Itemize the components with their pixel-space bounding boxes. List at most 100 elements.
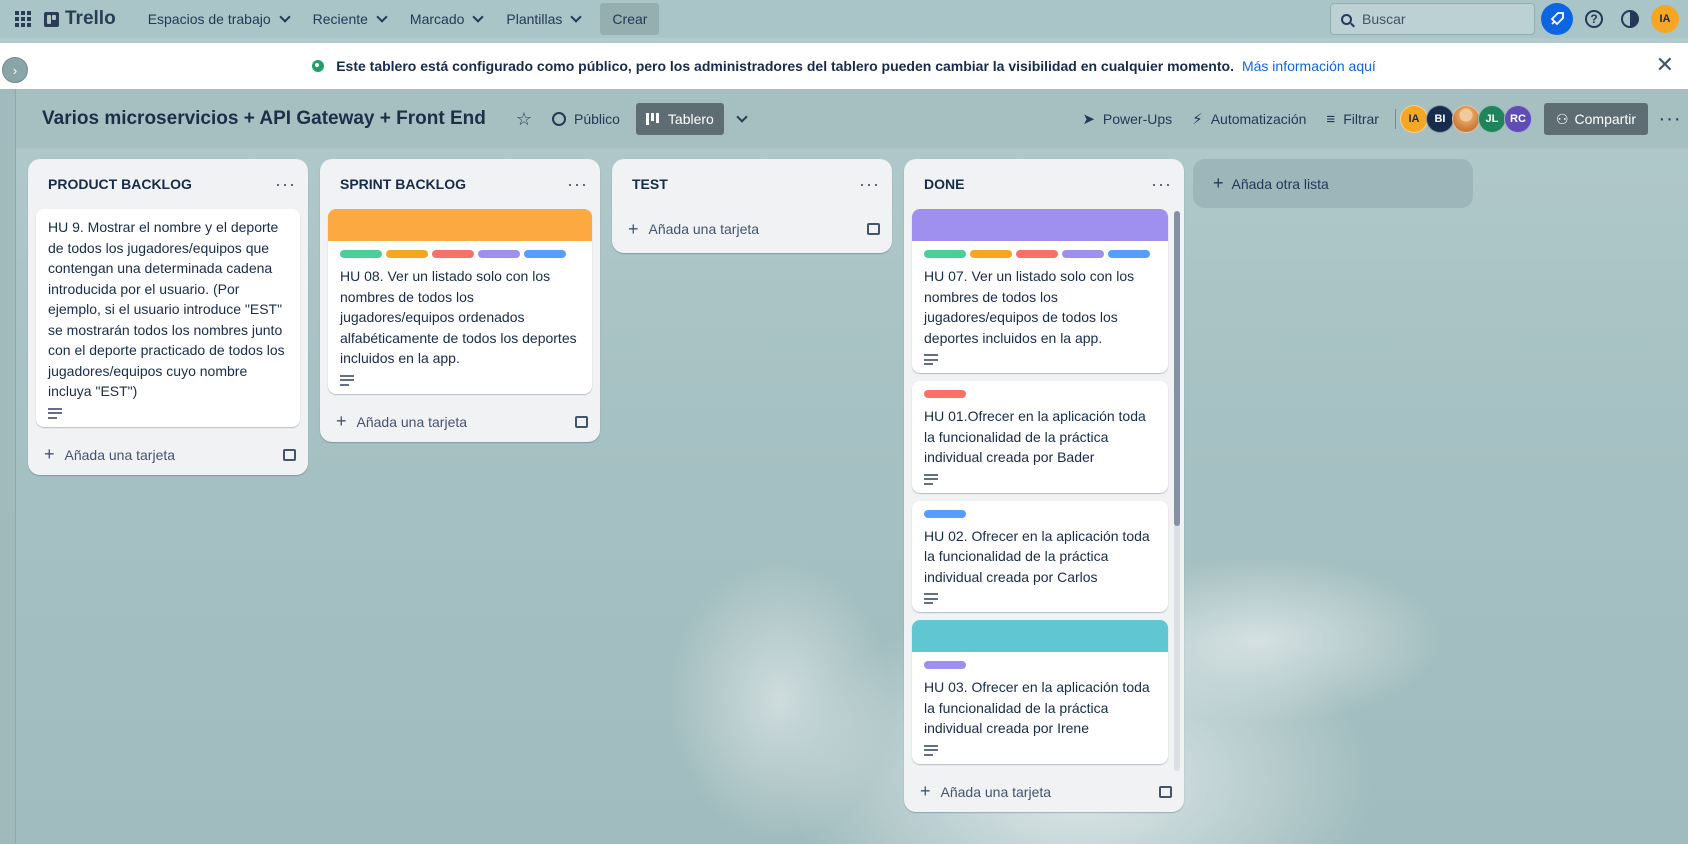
user-avatar[interactable]: IA <box>1651 5 1679 33</box>
help-icon[interactable]: ? <box>1578 3 1610 35</box>
card-list-scroll[interactable]: HU 07. Ver un listado solo con los nombr… <box>904 209 1184 772</box>
member-avatar[interactable]: RC <box>1503 105 1532 133</box>
member-avatar[interactable]: BI <box>1425 105 1454 133</box>
brand-name: Trello <box>65 8 116 29</box>
card[interactable]: HU 9. Mostrar el nombre y el deporte de … <box>36 209 300 427</box>
globe-icon <box>312 60 325 72</box>
description-icon <box>924 473 938 485</box>
list-title[interactable]: DONE <box>924 176 964 192</box>
add-card-button[interactable]: + Añada una tarjeta <box>904 772 1184 812</box>
label-yellow[interactable] <box>386 250 428 258</box>
card-labels <box>924 509 1156 518</box>
list-title[interactable]: SPRINT BACKLOG <box>340 176 466 192</box>
label-red[interactable] <box>432 250 474 258</box>
chevron-down-icon <box>472 11 485 23</box>
template-icon[interactable] <box>283 448 296 461</box>
template-icon[interactable] <box>1159 785 1172 798</box>
rocket-icon[interactable] <box>1541 3 1573 35</box>
plus-icon: + <box>336 411 347 431</box>
card[interactable]: HU 07. Ver un listado solo con los nombr… <box>912 209 1168 373</box>
more-icon[interactable]: ··· <box>1652 108 1688 131</box>
plus-icon: + <box>44 444 55 464</box>
search-input[interactable]: Buscar <box>1330 3 1535 35</box>
more-icon[interactable]: ··· <box>567 174 588 195</box>
public-board-banner: Este tablero está configurado como públi… <box>0 43 1688 89</box>
scrollbar-thumb[interactable] <box>1174 211 1180 526</box>
search-icon <box>1341 13 1352 25</box>
member-avatar[interactable]: IA <box>1399 105 1428 133</box>
powerups-icon: ➤ <box>1082 111 1095 128</box>
filter-icon: ≡ <box>1326 110 1336 128</box>
label-green[interactable] <box>340 250 382 258</box>
card[interactable]: HU 02. Ofrecer en la aplicación toda la … <box>912 500 1168 612</box>
public-icon <box>552 112 566 126</box>
automation-icon: ⚡ <box>1192 111 1203 128</box>
board-title[interactable]: Varios microservicios + API Gateway + Fr… <box>42 108 486 130</box>
list-title[interactable]: TEST <box>632 176 668 192</box>
add-list-button[interactable]: + Añada otra lista <box>1193 159 1473 208</box>
plus-icon: + <box>1213 173 1224 193</box>
nav-starred[interactable]: Marcado <box>400 3 492 35</box>
plus-icon: + <box>628 218 639 239</box>
card-labels <box>924 250 1156 258</box>
label-red[interactable] <box>924 390 966 398</box>
share-button[interactable]: ⚇ Compartir <box>1543 103 1648 135</box>
share-icon: ⚇ <box>1555 110 1569 127</box>
member-avatar[interactable]: JL <box>1477 105 1506 133</box>
label-purple[interactable] <box>1062 250 1104 258</box>
apps-grid-icon[interactable] <box>10 6 36 32</box>
close-icon[interactable]: ✕ <box>1656 54 1674 76</box>
card-title: HU 01.Ofrecer en la aplicación toda la f… <box>924 408 1146 465</box>
card[interactable]: HU 03. Ofrecer en la aplicación toda la … <box>912 620 1168 764</box>
template-icon[interactable] <box>575 415 588 428</box>
banner-text: Este tablero está configurado como públi… <box>336 58 1234 74</box>
more-icon[interactable]: ··· <box>859 174 880 195</box>
plus-icon: + <box>920 781 931 801</box>
label-red[interactable] <box>1016 250 1058 258</box>
filter-button[interactable]: ≡ Filtrar <box>1316 103 1389 135</box>
automation-button[interactable]: ⚡ Automatización <box>1182 103 1316 135</box>
board-header: Varios microservicios + API Gateway + Fr… <box>16 89 1688 149</box>
card-labels <box>924 390 1156 398</box>
list-test: TEST ··· + Añada una tarjeta <box>612 159 892 253</box>
create-button[interactable]: Crear <box>600 3 660 35</box>
powerups-button[interactable]: ➤ Power-Ups <box>1072 103 1182 135</box>
card-title: HU 08. Ver un listado solo con los nombr… <box>340 268 577 366</box>
contrast-icon[interactable] <box>1614 3 1646 35</box>
nav-recent[interactable]: Reciente <box>303 3 396 35</box>
card-cover <box>912 209 1168 241</box>
add-card-button[interactable]: + Añada una tarjeta <box>28 435 308 475</box>
label-blue[interactable] <box>524 250 566 258</box>
board-view-button[interactable]: Tablero <box>635 103 724 135</box>
label-green[interactable] <box>924 250 966 258</box>
nav-templates[interactable]: Plantillas <box>496 3 590 35</box>
label-blue[interactable] <box>924 509 966 518</box>
add-card-button[interactable]: + Añada una tarjeta <box>612 209 892 249</box>
sidebar-expand-icon[interactable]: › <box>2 57 28 83</box>
label-blue[interactable] <box>1108 250 1150 258</box>
view-switcher-button[interactable] <box>724 103 756 135</box>
list-title[interactable]: PRODUCT BACKLOG <box>48 176 192 192</box>
banner-learn-more-link[interactable]: Más información aquí <box>1242 58 1376 74</box>
star-board-button[interactable]: ☆ <box>506 103 542 135</box>
member-avatar-photo[interactable] <box>1451 105 1480 133</box>
more-icon[interactable]: ··· <box>275 174 296 195</box>
card[interactable]: HU 08. Ver un listado solo con los nombr… <box>328 209 592 394</box>
card[interactable]: HU 01.Ofrecer en la aplicación toda la f… <box>912 381 1168 493</box>
card-cover <box>912 620 1168 652</box>
label-purple[interactable] <box>924 661 966 669</box>
scrollbar[interactable] <box>1174 211 1180 771</box>
chevron-down-icon <box>278 11 291 23</box>
more-icon[interactable]: ··· <box>1151 174 1172 195</box>
description-icon <box>924 744 938 756</box>
add-card-button[interactable]: + Añada una tarjeta <box>320 402 600 442</box>
label-purple[interactable] <box>478 250 520 258</box>
label-yellow[interactable] <box>970 250 1012 258</box>
trello-logo[interactable]: Trello <box>44 8 116 30</box>
nav-workspaces[interactable]: Espacios de trabajo <box>138 3 299 35</box>
card-labels <box>924 661 1156 669</box>
visibility-button[interactable]: Público <box>542 103 630 135</box>
star-icon: ☆ <box>515 108 532 129</box>
collapsed-sidebar <box>0 43 16 844</box>
template-icon[interactable] <box>867 223 880 235</box>
